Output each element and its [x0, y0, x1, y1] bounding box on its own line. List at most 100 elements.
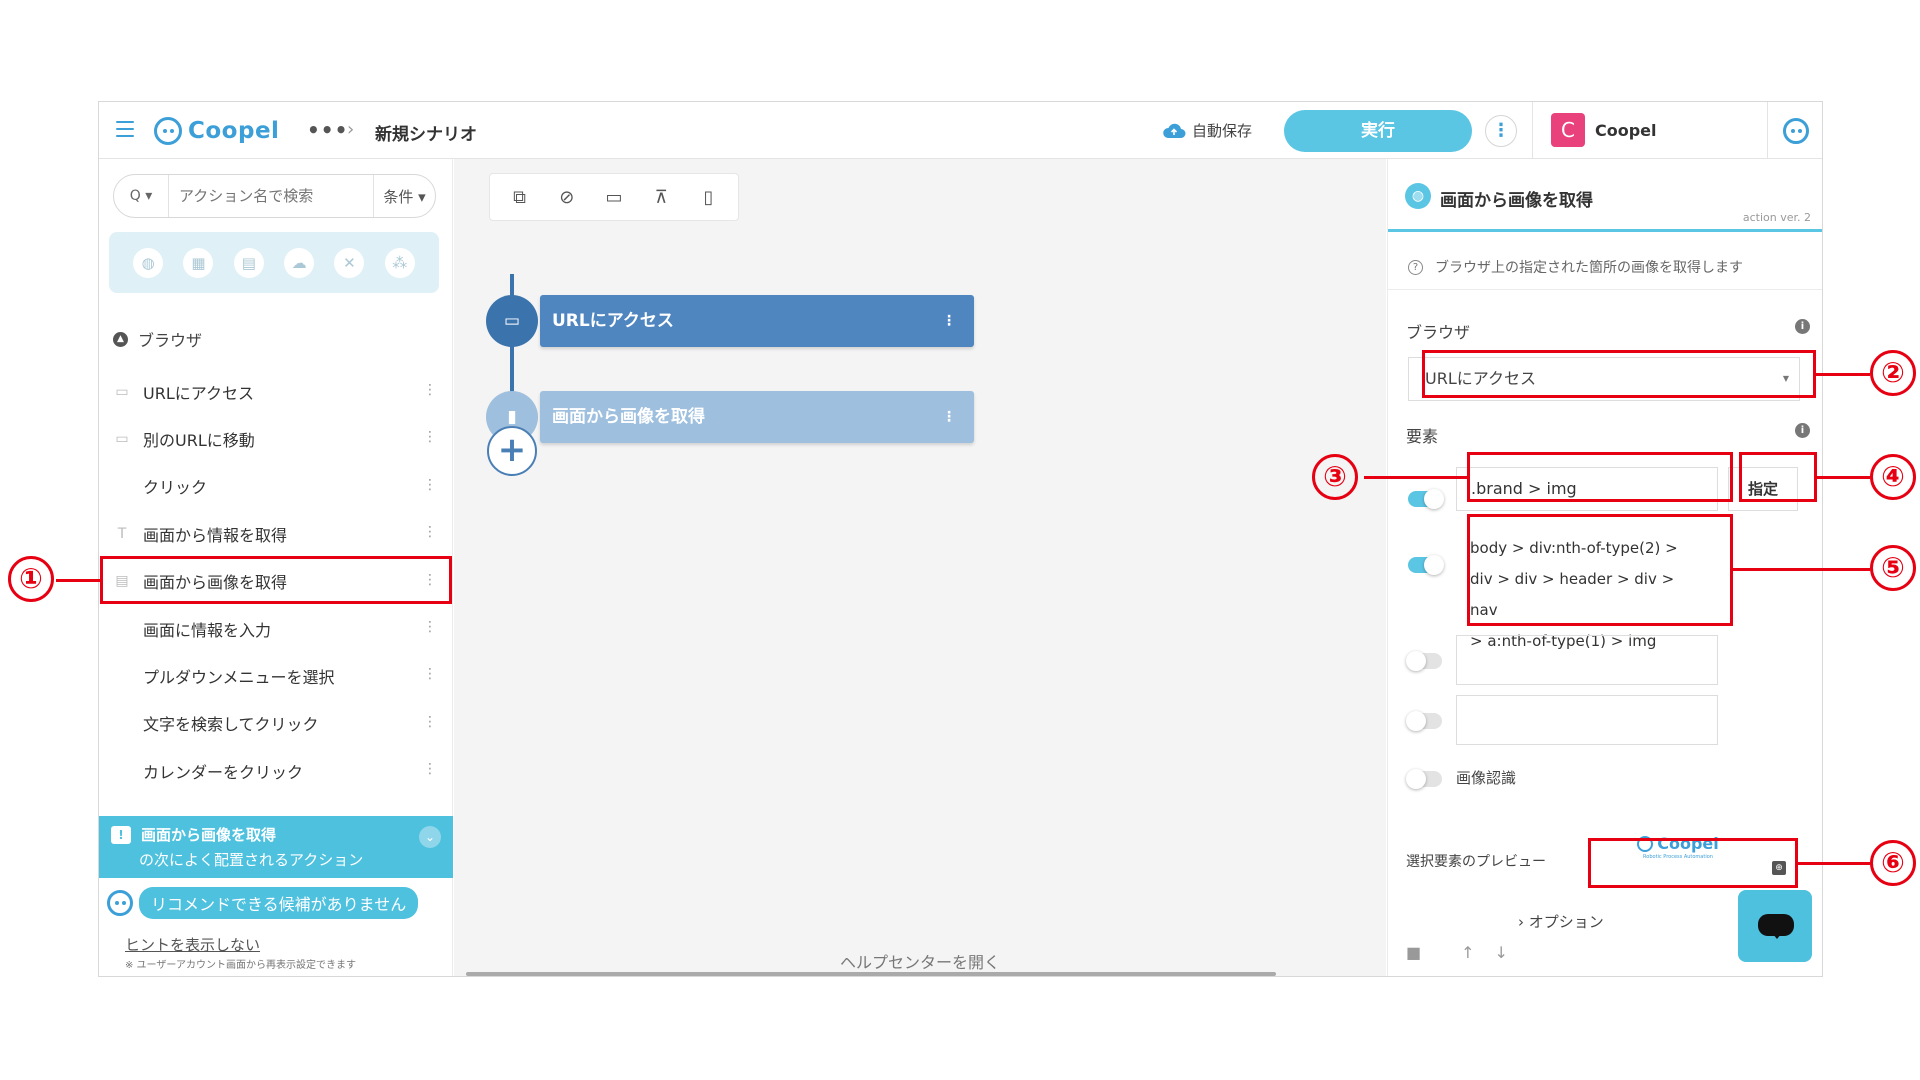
annotation-line-5	[1733, 568, 1870, 571]
arrow-up-icon[interactable]: ↑	[1461, 943, 1474, 962]
flow-node-get-image[interactable]: 画面から画像を取得 ⋮	[540, 391, 974, 443]
selector3-toggle[interactable]	[1406, 651, 1442, 671]
copy-icon[interactable]: ⧉	[496, 177, 543, 217]
scenario-title[interactable]: 新規シナリオ	[375, 120, 477, 145]
search-icon[interactable]: Q ▾	[114, 175, 169, 217]
list-item[interactable]: ▭ 別のURLに移動 ⋮	[99, 415, 453, 462]
delete-group-icon[interactable]: ▯	[685, 177, 732, 217]
panel-header: ◍ 画面から画像を取得 action ver. 2	[1388, 159, 1822, 232]
tools-icon[interactable]: ✕	[334, 247, 365, 278]
hide-hints-link[interactable]: ヒントを表示しない	[125, 934, 260, 955]
excel-icon[interactable]: ▦	[183, 247, 214, 278]
run-button[interactable]: 実行	[1284, 110, 1472, 152]
list-item[interactable]: プルダウンメニューを選択 ⋮	[99, 652, 453, 699]
more-vertical-icon[interactable]: ⋮	[942, 391, 956, 443]
header-divider	[1767, 102, 1768, 159]
add-action-button[interactable]: +	[487, 426, 537, 476]
item-label: 文字を検索してクリック	[143, 715, 319, 735]
annotation-number-1: ①	[8, 556, 54, 602]
user-name[interactable]: Coopel	[1595, 121, 1657, 140]
element-field-label: 要素	[1406, 427, 1439, 446]
globe-icon[interactable]: ◍	[133, 247, 164, 278]
breadcrumb-more-button[interactable]: •••	[307, 118, 348, 142]
menu-icon	[113, 668, 131, 684]
item-label: 画面から情報を取得	[143, 525, 288, 545]
window-icon: ▭	[115, 383, 129, 400]
description-text: ブラウザ上の指定された箇所の画像を取得します	[1435, 260, 1743, 276]
assistant-bubble: リコメンドできる候補がありません	[139, 887, 419, 919]
chevron-right-icon: ›	[347, 119, 355, 140]
info-icon[interactable]: i	[1795, 319, 1810, 334]
more-vertical-icon[interactable]: ⋮	[423, 619, 437, 635]
chat-support-button[interactable]	[1738, 890, 1812, 962]
text-icon: T	[117, 525, 127, 542]
arrow-down-icon[interactable]: ↓	[1495, 943, 1508, 962]
selector1-toggle[interactable]	[1408, 489, 1444, 509]
menu-icon[interactable]	[116, 121, 134, 137]
coopel-logo-icon	[154, 117, 182, 145]
filter-dropdown[interactable]: 条件 ▾	[372, 175, 435, 217]
list-item[interactable]: T 画面から情報を取得 ⋮	[99, 510, 453, 557]
options-toggle[interactable]: › オプション	[1518, 911, 1604, 932]
more-vertical-icon[interactable]: ⋮	[423, 382, 437, 398]
more-vertical-icon[interactable]: ⋮	[423, 761, 437, 777]
assistant-bot-icon	[107, 890, 133, 916]
category-bar: ◍ ▦ ▤ ☁ ✕ ⁂	[109, 232, 439, 293]
cloud-icon[interactable]: ☁	[284, 247, 315, 278]
calendar-icon	[113, 763, 131, 779]
trash-icon[interactable]: ■	[1406, 943, 1421, 962]
annotation-line-3	[1364, 476, 1467, 479]
chevron-down-icon[interactable]: ⌄	[419, 826, 441, 848]
selector3-input[interactable]	[1456, 635, 1718, 685]
annotation-line-4	[1817, 476, 1870, 479]
selector4-input[interactable]	[1456, 695, 1718, 745]
flow-node-url-access[interactable]: URLにアクセス ⋮	[540, 295, 974, 347]
list-item[interactable]: ▭ URLにアクセス ⋮	[99, 368, 453, 415]
annotation-box-2	[1422, 350, 1816, 398]
selector4-toggle[interactable]	[1406, 711, 1442, 731]
annotation-number-6: ⑥	[1870, 840, 1916, 886]
more-options-button[interactable]: ⋮	[1485, 115, 1517, 147]
assistant-message: リコメンドできる候補がありません	[107, 887, 419, 919]
split-icon[interactable]: ⊼	[638, 177, 685, 217]
image-recognition-toggle[interactable]	[1406, 769, 1442, 789]
comment-icon[interactable]: ▭	[590, 177, 637, 217]
hide-icon[interactable]: ⊘	[543, 177, 590, 217]
more-vertical-icon[interactable]: ⋮	[423, 477, 437, 493]
more-vertical-icon[interactable]: ⋮	[423, 524, 437, 540]
flow-canvas[interactable]: ⧉ ⊘ ▭ ⊼ ▯ ▭ URLにアクセス ⋮ ▮ 画面から画像を取得 ⋮ + ヘ…	[454, 159, 1386, 976]
globe-icon: ◍	[1405, 183, 1431, 209]
section-label: ブラウザ	[138, 331, 203, 350]
horizontal-scrollbar[interactable]	[466, 972, 1276, 976]
list-item[interactable]: クリック ⋮	[99, 463, 453, 510]
autosave-status[interactable]: 自動保存	[1162, 120, 1252, 141]
chat-icon	[1758, 914, 1794, 939]
browser-window-icon[interactable]: ▭	[486, 295, 538, 347]
brand-name: Coopel	[188, 118, 280, 144]
more-vertical-icon[interactable]: ⋮	[423, 429, 437, 445]
selector2-toggle[interactable]	[1408, 555, 1444, 575]
annotation-number-3: ③	[1312, 454, 1358, 500]
list-item[interactable]: カレンダーをクリック ⋮	[99, 747, 453, 794]
network-icon[interactable]: ⁂	[384, 247, 415, 278]
search-input[interactable]	[168, 176, 373, 216]
more-vertical-icon[interactable]: ⋮	[423, 714, 437, 730]
info-icon[interactable]: i	[1795, 423, 1810, 438]
help-center-link[interactable]: ヘルプセンターを開く	[454, 949, 1386, 973]
list-item[interactable]: 文字を検索してクリック ⋮	[99, 700, 453, 747]
more-vertical-icon[interactable]: ⋮	[942, 295, 956, 347]
more-vertical-icon[interactable]: ⋮	[423, 666, 437, 682]
avatar[interactable]: C	[1551, 113, 1585, 147]
annotation-line-2	[1816, 373, 1870, 376]
annotation-box-6	[1588, 838, 1798, 888]
action-search: Q ▾ 条件 ▾	[113, 174, 436, 218]
coopel-logo[interactable]: Coopel	[154, 116, 279, 146]
recommendation-panel: ! 画面から画像を取得 の次によく配置されるアクション ⌄	[99, 816, 453, 878]
list-item[interactable]: 画面に情報を入力 ⋮	[99, 605, 453, 652]
help-icon: ?	[1408, 259, 1423, 275]
assistant-bot-icon[interactable]	[1783, 118, 1809, 144]
autosave-label: 自動保存	[1192, 122, 1253, 140]
divider	[1388, 289, 1822, 290]
file-icon[interactable]: ▤	[233, 247, 264, 278]
section-browser[interactable]: ▲ ブラウザ	[113, 327, 202, 351]
